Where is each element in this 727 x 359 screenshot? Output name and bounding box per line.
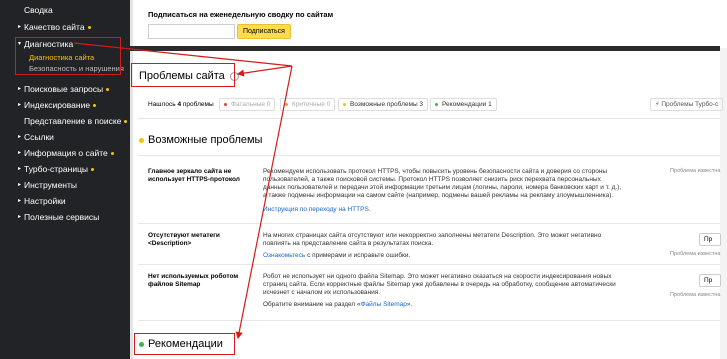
status-dot-icon	[110, 152, 114, 156]
turbo-label: Проблемы Турбо-с	[661, 101, 719, 108]
chip-label: Фатальные 0	[231, 101, 271, 108]
problem-title: Главное зеркало сайта не использует HTTP…	[148, 168, 240, 183]
sidebar-item-label: Инструменты	[24, 180, 78, 190]
sidebar-item-tools[interactable]: ▸ Инструменты	[0, 178, 77, 192]
status-dot-icon	[124, 120, 128, 124]
problem-title: Нет используемых роботом файлов Sitemap	[148, 273, 239, 288]
problem-action-button[interactable]: Пр	[699, 274, 721, 287]
link-text: Инструкция по переходу на HTTPS	[263, 206, 369, 213]
filter-chip-recommendations[interactable]: Рекомендации 1	[430, 98, 497, 111]
problem-action-button[interactable]: Пр	[699, 233, 721, 246]
status-dot-icon	[106, 88, 110, 92]
possible-dot-icon	[139, 137, 144, 143]
problem-description: На многих страницах сайта отсутствуют ил…	[263, 232, 602, 247]
chevron-right-icon: ▸	[18, 198, 22, 204]
divider	[138, 155, 720, 156]
sidebar-item-label: Сводка	[24, 5, 53, 15]
problem-status: Проблема известна	[670, 251, 721, 257]
problem-description: Рекомендуем использовать протокол HTTPS,…	[263, 168, 622, 199]
subscribe-label: Подписаться на еженедельную сводку по са…	[148, 10, 334, 19]
subscribe-button[interactable]: Подписаться	[237, 24, 291, 39]
chevron-right-icon: ▸	[18, 86, 22, 92]
sidebar-item-label: Настройки	[24, 196, 66, 206]
chevron-right-icon: ▸	[18, 150, 22, 156]
chip-label: Возможные проблемы 3	[350, 101, 424, 108]
gutter	[130, 0, 133, 359]
sitemap-link[interactable]: Файлы Sitemap	[361, 301, 407, 308]
count-prefix: Нашлось	[148, 101, 176, 108]
filter-chip-possible[interactable]: Возможные проблемы 3	[338, 98, 429, 111]
annotation-box-diagnostics	[15, 37, 121, 75]
chevron-right-icon: ▸	[18, 182, 22, 188]
sidebar-item-links[interactable]: ▸ Ссылки	[0, 130, 54, 144]
status-dot-icon	[93, 104, 97, 108]
critical-dot-icon	[285, 102, 288, 106]
right-edge	[720, 48, 727, 359]
problem-count: Нашлось 4 проблемы	[148, 101, 214, 108]
section-title-possible: Возможные проблемы	[139, 134, 262, 146]
sidebar-item-summary[interactable]: Сводка	[0, 3, 53, 17]
sidebar-item-label: Информация о сайте	[24, 148, 108, 158]
sidebar-item-label: Представление в поиске	[24, 116, 122, 126]
divider	[138, 118, 720, 119]
chevron-right-icon: ▸	[18, 214, 22, 220]
section-title-text: Возможные проблемы	[148, 134, 263, 146]
examples-link[interactable]: Ознакомьтесь	[263, 252, 305, 259]
divider	[138, 320, 720, 321]
problem-note: Ознакомьтесь с примерами и исправьте оши…	[263, 252, 410, 259]
chevron-right-icon: ▸	[18, 24, 22, 30]
header-divider	[130, 46, 720, 51]
fatal-dot-icon	[224, 102, 227, 106]
chevron-right-icon: ▸	[18, 134, 22, 140]
status-dot-icon	[87, 26, 91, 30]
problem-description: Робот не использует ни одного файла Site…	[263, 273, 616, 296]
count-value: 4	[177, 101, 182, 108]
https-instruction-link[interactable]: Инструкция по переходу на HTTPS.	[263, 206, 371, 213]
chip-label: Критичные 0	[292, 101, 331, 108]
count-suffix: проблемы	[182, 101, 214, 108]
note-suffix: ».	[406, 301, 413, 308]
sidebar-item-label: Турбо-страницы	[24, 164, 89, 174]
problem-note: Обратите внимание на раздел «Файлы Sitem…	[263, 301, 412, 308]
annotation-box-title	[131, 63, 235, 87]
filter-chip-fatal[interactable]: Фатальные 0	[219, 98, 276, 111]
divider	[138, 223, 720, 224]
note-suffix: с примерами и исправьте ошибки.	[307, 252, 411, 259]
sidebar-item-turbo-pages[interactable]: ▸ Турбо-страницы	[0, 162, 95, 176]
filter-chip-critical[interactable]: Критичные 0	[280, 98, 336, 111]
sidebar-item-label: Полезные сервисы	[24, 212, 100, 222]
possible-dot-icon	[343, 102, 346, 106]
sidebar-item-search-appearance[interactable]: Представление в поиске	[0, 114, 128, 128]
sidebar-item-indexing[interactable]: ▸ Индексирование	[0, 98, 97, 112]
sidebar-item-label: Поисковые запросы	[24, 84, 104, 94]
chip-label: Рекомендации 1	[442, 101, 492, 108]
annotation-arrow	[236, 65, 293, 77]
sidebar-item-settings[interactable]: ▸ Настройки	[0, 194, 66, 208]
divider	[138, 264, 720, 265]
problem-status: Проблема известна	[670, 168, 721, 174]
recommendation-dot-icon	[435, 102, 438, 106]
sidebar-item-label: Ссылки	[24, 132, 54, 142]
turbo-problems-button[interactable]: ⚡ Проблемы Турбо-с	[650, 98, 724, 111]
status-dot-icon	[91, 168, 95, 172]
sidebar-item-label: Индексирование	[24, 100, 91, 110]
note-prefix: Обратите внимание на раздел «	[263, 301, 361, 308]
chevron-right-icon: ▸	[18, 166, 22, 172]
problem-status: Проблема известна	[670, 292, 721, 298]
annotation-box-recommendations	[134, 333, 235, 355]
sidebar-item-search-queries[interactable]: ▸ Поисковые запросы	[0, 82, 110, 96]
problem-title: Отсутствуют метатеги <Description>	[148, 232, 220, 247]
sidebar-item-useful-services[interactable]: ▸ Полезные сервисы	[0, 210, 99, 224]
chevron-right-icon: ▸	[18, 102, 22, 108]
sidebar-item-label: Качество сайта	[24, 22, 85, 32]
sidebar-item-site-quality[interactable]: ▸ Качество сайта	[0, 20, 91, 34]
sidebar-item-site-info[interactable]: ▸ Информация о сайте	[0, 146, 114, 160]
subscribe-email-field[interactable]	[148, 24, 235, 39]
